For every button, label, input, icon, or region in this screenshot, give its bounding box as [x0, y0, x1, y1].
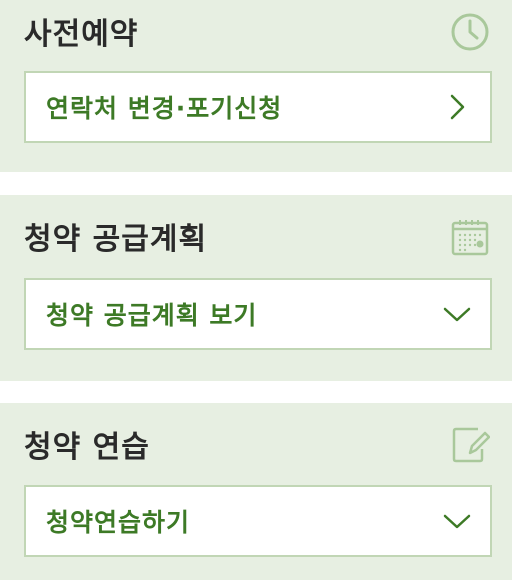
supply-plan-view-label: 청약 공급계획 보기 [46, 301, 258, 330]
supply-plan-title: 청약 공급계획 [24, 222, 208, 257]
pre-reservation-title: 사전예약 [24, 17, 139, 52]
calendar-icon [450, 217, 490, 257]
practice-panel: 청약 연습 청약연습하기 [0, 403, 512, 580]
contact-change-label: 연락처 변경·포기신청 [46, 94, 283, 123]
contact-change-button[interactable]: 연락처 변경·포기신청 [24, 71, 492, 143]
clock-icon [450, 12, 490, 52]
supply-plan-view-dropdown[interactable]: 청약 공급계획 보기 [24, 278, 492, 350]
supply-plan-panel: 청약 공급계획 청약 공급계획 보기 [0, 195, 512, 381]
practice-start-dropdown[interactable]: 청약연습하기 [24, 485, 492, 557]
chevron-down-icon [442, 299, 472, 329]
pre-reservation-panel: 사전예약 연락처 변경·포기신청 [0, 0, 512, 172]
practice-start-label: 청약연습하기 [46, 508, 191, 537]
practice-title: 청약 연습 [24, 430, 150, 465]
chevron-down-icon [442, 506, 472, 536]
edit-note-icon [450, 425, 490, 465]
chevron-right-icon [442, 92, 472, 122]
